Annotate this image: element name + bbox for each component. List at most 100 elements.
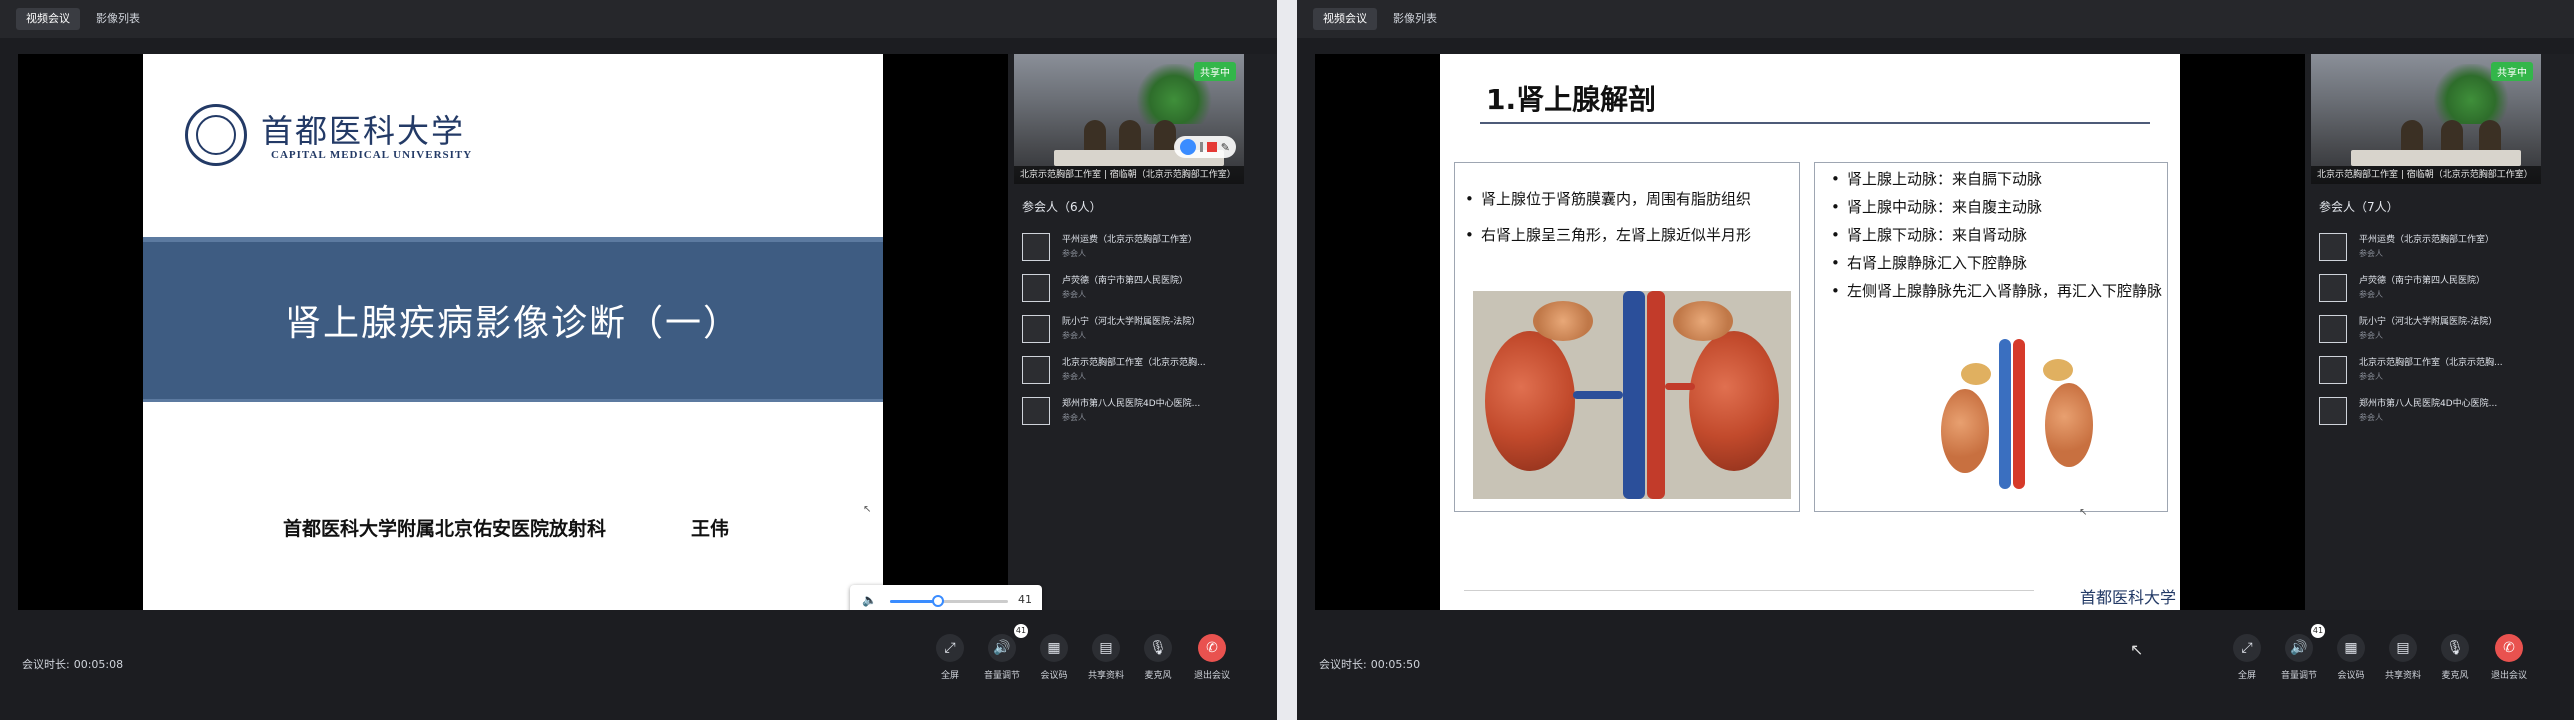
bullet-item: 肾上腺下动脉：来自肾动脉	[1825, 221, 2167, 249]
avatar	[2319, 274, 2347, 302]
meeting-window-1: 视频会议 影像列表 首都医科大学 CAPITAL MEDICAL UNIVERS…	[0, 0, 1277, 720]
fullscreen-button[interactable]: ⤢ 全屏	[2225, 634, 2269, 681]
mouse-pointer-icon: ↖	[863, 504, 872, 515]
participant-name: 平州运费（北京示范胸部工作室）	[2359, 235, 2495, 245]
participants-title: 参会人（6人）	[1022, 200, 1102, 214]
participant-role: 参会人	[2359, 372, 2383, 381]
slide-author: 王伟	[691, 518, 730, 540]
list-item[interactable]: 平州运费（北京示范胸部工作室） 参会人	[1022, 228, 1267, 269]
thumbnail-caption: 北京示范胸部工作室 | 宿临朝（北京示范胸部工作室）	[1014, 166, 1244, 184]
avatar	[1022, 233, 1050, 261]
participant-name: 卢荧德（南宁市第四人民医院）	[1062, 276, 1189, 286]
pause-icon[interactable]	[1199, 142, 1203, 152]
university-seal-logo	[185, 104, 247, 166]
list-item[interactable]: 平州运费（北京示范胸部工作室） 参会人	[2319, 228, 2564, 269]
list-item[interactable]: 北京示范胸部工作室（北京示范胸... 参会人	[2319, 351, 2564, 392]
anatomy-photo	[1473, 291, 1791, 499]
participant-role: 参会人	[1062, 249, 1086, 258]
slide-title: 肾上腺疾病影像诊断（一）	[284, 302, 741, 344]
participants-title: 参会人（7人）	[2319, 200, 2399, 214]
shared-screen: 1.肾上腺解剖 肾上腺位于肾筋膜囊内，周围有脂肪组织 右肾上腺呈三角形，左肾上腺…	[1315, 54, 2305, 610]
microphone-button[interactable]: 🎙 麦克风	[2433, 634, 2477, 681]
stop-record-icon[interactable]	[1206, 142, 1217, 152]
bullet-item: 肾上腺上动脉：来自膈下动脉	[1825, 165, 2167, 193]
slide-heading: 1.肾上腺解剖	[1486, 83, 1657, 116]
qr-code-icon: ▦	[1040, 634, 1068, 662]
participant-role: 参会人	[1062, 331, 1086, 340]
participant-role: 参会人	[1062, 413, 1086, 422]
heading-rule	[1480, 122, 2150, 124]
thumbnail-caption: 北京示范胸部工作室 | 宿临朝（北京示范胸部工作室）	[2311, 166, 2541, 184]
fullscreen-icon: ⤢	[2233, 634, 2261, 662]
video-thumbnail[interactable]: 共享中 ✎ 北京示范胸部工作室 | 宿临朝（北京示范胸部工作室）	[1014, 54, 1244, 184]
speaker-icon: 🔈	[862, 593, 877, 607]
share-document-button[interactable]: ▤ 共享资料	[1084, 634, 1128, 681]
volume-slider[interactable]	[890, 595, 1008, 607]
participant-role: 参会人	[2359, 249, 2383, 258]
list-item[interactable]: 郑州市第八人民医院4D中心医院... 参会人	[2319, 392, 2564, 433]
participant-name: 郑州市第八人民医院4D中心医院...	[1062, 399, 1201, 409]
tab-bar: 视频会议 影像列表	[1297, 0, 2574, 38]
avatar	[2319, 233, 2347, 261]
right-content-box: 肾上腺上动脉：来自膈下动脉 肾上腺中动脉：来自腹主动脉 肾上腺下动脉：来自肾动脉…	[1814, 162, 2168, 518]
bullet-item: 肾上腺位于肾筋膜囊内，周围有脂肪组织	[1459, 185, 1799, 213]
tab-bar: 视频会议 影像列表	[0, 0, 1277, 38]
meeting-info-button[interactable]: ▦ 会议码	[2329, 634, 2373, 681]
volume-slider-handle[interactable]	[932, 595, 945, 607]
meeting-duration: 会议时长: 00:05:50	[1319, 658, 1421, 671]
side-panel: 共享中 北京示范胸部工作室 | 宿临朝（北京示范胸部工作室） 参会人（7人） 平…	[2305, 54, 2574, 610]
bullet-item: 右肾上腺静脉汇入下腔静脉	[1825, 249, 2167, 277]
hang-up-icon: ✆	[1198, 634, 1226, 662]
tab-video-meeting[interactable]: 视频会议	[16, 8, 80, 30]
tab-video-meeting[interactable]: 视频会议	[1313, 8, 1377, 30]
participant-name: 郑州市第八人民医院4D中心医院...	[2359, 399, 2498, 409]
leave-meeting-button[interactable]: ✆ 退出会议	[1190, 634, 1234, 681]
left-content-box: 肾上腺位于肾筋膜囊内，周围有脂肪组织 右肾上腺呈三角形，左肾上腺近似半月形	[1454, 162, 1800, 512]
tab-image-list[interactable]: 影像列表	[86, 8, 150, 30]
leave-meeting-button[interactable]: ✆ 退出会议	[2487, 634, 2531, 681]
window-divider	[1277, 0, 1297, 720]
sharing-badge: 共享中	[2491, 62, 2533, 81]
list-item[interactable]: 卢荧德（南宁市第四人民医院） 参会人	[2319, 269, 2564, 310]
avatar-icon	[1179, 139, 1196, 155]
avatar	[1022, 397, 1050, 425]
slide-institution: 首都医科大学附属北京佑安医院放射科	[283, 518, 607, 540]
thumbnail-controls[interactable]: ✎	[1173, 136, 1236, 158]
tab-image-list[interactable]: 影像列表	[1383, 8, 1447, 30]
pen-icon[interactable]: ✎	[1221, 141, 1230, 154]
footer-logo: 首都医科大学	[2080, 588, 2177, 607]
avatar	[1022, 356, 1050, 384]
list-item[interactable]: 郑州市第八人民医院4D中心医院... 参会人	[1022, 392, 1267, 433]
speaker-icon: 🔊 41	[988, 624, 1028, 662]
anatomy-diagram	[1895, 329, 2115, 499]
qr-code-icon: ▦	[2337, 634, 2365, 662]
meeting-window-2: 视频会议 影像列表 1.肾上腺解剖 肾上腺位于肾筋膜囊内，周围有脂肪组织 右肾上…	[1297, 0, 2574, 720]
list-item[interactable]: 卢荧德（南宁市第四人民医院） 参会人	[1022, 269, 1267, 310]
microphone-button[interactable]: 🎙 麦克风	[1136, 634, 1180, 681]
microphone-icon: 🎙	[2441, 634, 2469, 662]
avatar	[1022, 274, 1050, 302]
meeting-info-button[interactable]: ▦ 会议码	[1032, 634, 1076, 681]
participant-role: 参会人	[2359, 413, 2383, 422]
avatar	[2319, 315, 2347, 343]
bullet-item: 肾上腺中动脉：来自腹主动脉	[1825, 193, 2167, 221]
fullscreen-icon: ⤢	[936, 634, 964, 662]
slide: 1.肾上腺解剖 肾上腺位于肾筋膜囊内，周围有脂肪组织 右肾上腺呈三角形，左肾上腺…	[1440, 54, 2180, 610]
sharing-badge: 共享中	[1194, 62, 1236, 81]
list-item[interactable]: 阮小宁（河北大学附属医院-法院） 参会人	[2319, 310, 2564, 351]
mouse-pointer-icon: ↖	[2130, 640, 2144, 659]
participant-role: 参会人	[2359, 290, 2383, 299]
list-item[interactable]: 北京示范胸部工作室（北京示范胸... 参会人	[1022, 351, 1267, 392]
avatar	[1022, 315, 1050, 343]
participant-name: 阮小宁（河北大学附属医院-法院）	[2359, 317, 2498, 327]
audio-button[interactable]: 🔊 41 音量调节	[2277, 624, 2325, 681]
share-document-button[interactable]: ▤ 共享资料	[2381, 634, 2425, 681]
microphone-icon: 🎙	[1144, 634, 1172, 662]
footer-rule	[1464, 590, 2034, 591]
fullscreen-button[interactable]: ⤢ 全屏	[928, 634, 972, 681]
participant-name: 北京示范胸部工作室（北京示范胸...	[2359, 358, 2503, 368]
list-item[interactable]: 阮小宁（河北大学附属医院-法院） 参会人	[1022, 310, 1267, 351]
video-thumbnail[interactable]: 共享中 北京示范胸部工作室 | 宿临朝（北京示范胸部工作室）	[2311, 54, 2541, 184]
audio-button[interactable]: 🔊 41 音量调节	[980, 624, 1028, 681]
meeting-duration: 会议时长: 00:05:08	[22, 658, 124, 671]
